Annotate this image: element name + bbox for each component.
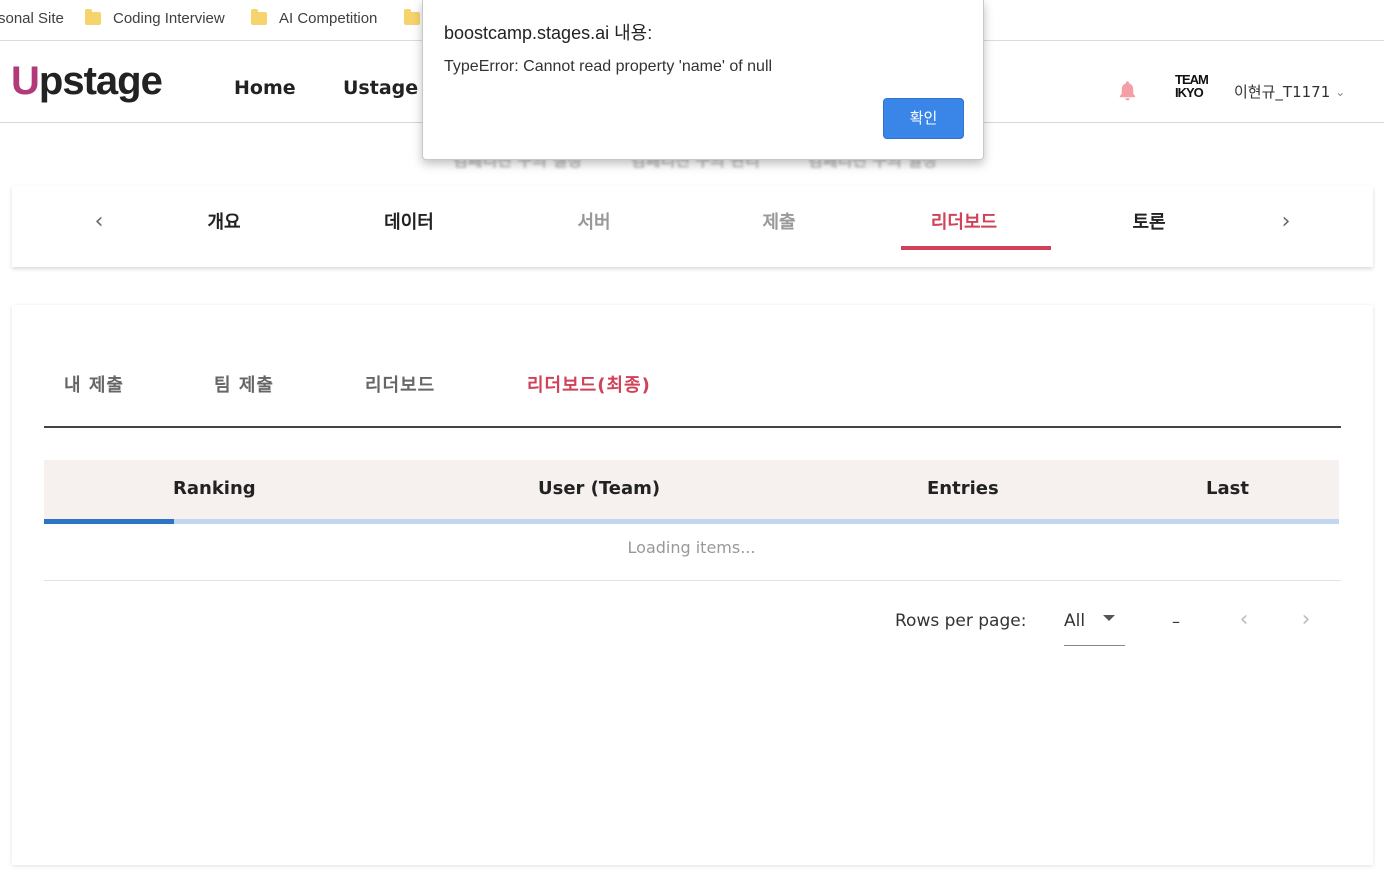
logo-text: pstage <box>38 59 163 103</box>
caret-down-icon <box>1103 615 1115 621</box>
prev-page-button[interactable]: ‹ <box>1231 607 1257 633</box>
rows-per-page-select[interactable]: All <box>1064 605 1125 646</box>
tab-server[interactable]: 서버 <box>519 208 669 234</box>
rows-per-page-label: Rows per page: <box>895 611 1027 631</box>
tab-submit[interactable]: 제출 <box>704 208 854 234</box>
user-menu[interactable]: 이현규_T1171 ⌄ <box>1234 81 1345 102</box>
bell-icon[interactable] <box>1116 79 1139 103</box>
column-header-user-team[interactable]: User (Team) <box>538 478 660 499</box>
table-header: Ranking User (Team) Entries Last <box>44 460 1339 520</box>
alert-dialog: boostcamp.stages.ai 내용: TypeError: Canno… <box>422 0 984 160</box>
column-header-last[interactable]: Last <box>1206 478 1249 499</box>
chevron-down-icon: ⌄ <box>1335 84 1346 99</box>
bookmark-label: Coding Interview <box>113 9 225 27</box>
team-logo[interactable]: TEAM IKYO <box>1175 73 1209 99</box>
alert-message: TypeError: Cannot read property 'name' o… <box>444 58 773 75</box>
subtab-leaderboard-final[interactable]: 리더보드(최종) <box>527 371 651 397</box>
column-header-entries[interactable]: Entries <box>927 478 999 499</box>
upstage-logo[interactable]: Upstage <box>11 59 163 104</box>
loading-progress-bar <box>44 519 1339 524</box>
subtab-my-submissions[interactable]: 내 제출 <box>64 371 124 397</box>
tab-leaderboard[interactable]: 리더보드 <box>889 208 1039 234</box>
competition-tabs: ‹ 개요 데이터 서버 제출 리더보드 토론 › <box>12 186 1373 267</box>
folder-icon <box>85 8 101 25</box>
leaderboard-card: 내 제출 팀 제출 리더보드 리더보드(최종) Ranking User (Te… <box>12 305 1373 865</box>
next-page-button[interactable]: › <box>1293 607 1319 633</box>
subtab-team-submissions[interactable]: 팀 제출 <box>214 371 274 397</box>
loading-text: Loading items... <box>627 538 756 557</box>
chevron-left-icon[interactable]: ‹ <box>89 208 109 236</box>
alert-title: boostcamp.stages.ai 내용: <box>444 23 653 43</box>
confirm-button[interactable]: 확인 <box>883 98 964 139</box>
page-range-text: – <box>1172 612 1180 631</box>
chevron-right-icon[interactable]: › <box>1276 208 1296 236</box>
nav-home[interactable]: Home <box>234 77 296 99</box>
subtabs-divider <box>44 426 1341 428</box>
team-logo-line2: IKYO <box>1175 85 1204 100</box>
folder-icon <box>404 8 420 25</box>
subtab-leaderboard[interactable]: 리더보드 <box>365 371 435 397</box>
logo-letter-u: U <box>11 59 40 103</box>
active-tab-indicator <box>901 246 1051 250</box>
column-header-ranking[interactable]: Ranking <box>173 478 256 499</box>
loading-progress-fill <box>44 519 174 524</box>
tab-data[interactable]: 데이터 <box>334 208 484 234</box>
tab-overview[interactable]: 개요 <box>149 208 299 234</box>
bookmark-ai-competition[interactable]: AI Competition <box>251 7 377 29</box>
nav-ustage[interactable]: Ustage <box>343 77 418 99</box>
rows-per-page-value: All <box>1064 611 1086 631</box>
bookmark-label: AI Competition <box>279 9 378 27</box>
bookmark-coding-interview[interactable]: Coding Interview <box>85 7 225 29</box>
table-bottom-divider <box>44 580 1341 581</box>
username-label: 이현규_T1171 <box>1234 83 1331 101</box>
bookmark-personal-site[interactable]: sonal Site <box>0 7 64 29</box>
tab-discussion[interactable]: 토론 <box>1074 208 1224 234</box>
folder-icon <box>251 8 267 25</box>
bookmark-label: sonal Site <box>0 9 64 27</box>
